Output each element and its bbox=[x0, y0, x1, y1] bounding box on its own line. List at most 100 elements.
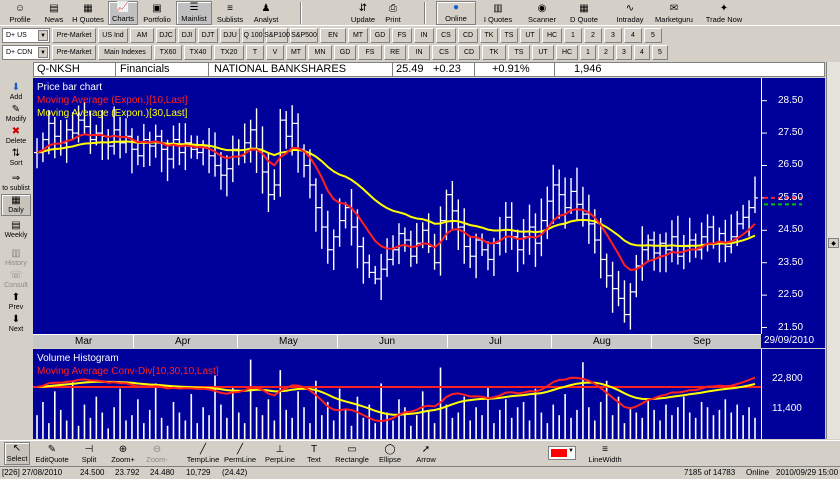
vertical-scrollbar[interactable]: ◆ bbox=[826, 62, 840, 439]
draw-text-button[interactable]: T Text bbox=[302, 442, 326, 465]
row2-v-button[interactable]: V bbox=[266, 45, 284, 60]
draw-zoom-button[interactable]: ⊖ Zoom- bbox=[142, 442, 172, 465]
row2-ts-button[interactable]: TS bbox=[508, 45, 530, 60]
toolbar-mainlist-button[interactable]: ☰ Mainlist bbox=[176, 1, 212, 25]
toolbar-trade-now-button[interactable]: ✦ Trade Now bbox=[698, 1, 750, 25]
toolbar-sublists-button[interactable]: ≡ Sublists bbox=[214, 1, 246, 25]
row1-5-button[interactable]: 5 bbox=[644, 28, 662, 43]
row1-q-100-button[interactable]: Q 100 bbox=[242, 28, 264, 43]
draw-split-button[interactable]: ⊣ Split bbox=[74, 442, 104, 465]
row1-pre-market-button[interactable]: Pre-Market bbox=[52, 28, 96, 43]
draw-permline-button[interactable]: ╱ PermLine bbox=[220, 442, 260, 465]
row1-3-button[interactable]: 3 bbox=[604, 28, 622, 43]
toolbar-marketguru-button[interactable]: ✉ Marketguru bbox=[652, 1, 696, 25]
toolbar-d-quote-button[interactable]: ▦ D Quote bbox=[564, 1, 604, 25]
row2-3-button[interactable]: 3 bbox=[616, 45, 632, 60]
row1-fs-button[interactable]: FS bbox=[392, 28, 412, 43]
sidebar-consult-button[interactable]: ☏ Consult bbox=[1, 268, 31, 290]
toolbar-label: H Quotes bbox=[72, 15, 104, 24]
draw-editquote-button[interactable]: ✎ EditQuote bbox=[34, 442, 70, 465]
row1-djc-button[interactable]: DJC bbox=[156, 28, 176, 43]
sidebar-modify-button[interactable]: ✎ Modify bbox=[1, 102, 31, 124]
row2-1-button[interactable]: 1 bbox=[580, 45, 596, 60]
row2-2-button[interactable]: 2 bbox=[598, 45, 614, 60]
toolbar-online-button[interactable]: ● Online bbox=[436, 1, 476, 25]
row2-tx40-button[interactable]: TX40 bbox=[184, 45, 212, 60]
row2-hc-button[interactable]: HC bbox=[556, 45, 578, 60]
row1-dju-button[interactable]: DJU bbox=[220, 28, 240, 43]
row2-main-indexes-button[interactable]: Main Indexes bbox=[98, 45, 152, 60]
row1-hc-button[interactable]: HC bbox=[542, 28, 562, 43]
row2-gd-button[interactable]: GD bbox=[334, 45, 356, 60]
sidebar-weekly-button[interactable]: ▤ Weekly bbox=[1, 218, 31, 240]
row2-tx60-button[interactable]: TX60 bbox=[154, 45, 182, 60]
row1-dji-button[interactable]: DJI bbox=[178, 28, 196, 43]
draw-rectangle-button[interactable]: ▭ Rectangle bbox=[334, 442, 370, 465]
draw-ellipse-button[interactable]: ◯ Ellipse bbox=[374, 442, 406, 465]
row1-gd-button[interactable]: GD bbox=[370, 28, 390, 43]
line-color-picker[interactable]: ▼ bbox=[548, 446, 576, 460]
row2-tk-button[interactable]: TK bbox=[482, 45, 506, 60]
toolbar-intraday-button[interactable]: ∿ Intraday bbox=[610, 1, 650, 25]
row1-cs-button[interactable]: CS bbox=[436, 28, 456, 43]
toolbar-update-button[interactable]: ⇵ Update bbox=[348, 1, 378, 25]
draw-select-button[interactable]: ↖ Select bbox=[4, 442, 30, 465]
row2-tx20-button[interactable]: TX20 bbox=[214, 45, 244, 60]
row1-4-button[interactable]: 4 bbox=[624, 28, 642, 43]
volume-chart-panel[interactable]: Volume Histogram Moving Average Conv-Div… bbox=[33, 349, 761, 439]
row1-s-p500-button[interactable]: S&P500 bbox=[290, 28, 318, 43]
row2-cs-button[interactable]: CS bbox=[432, 45, 456, 60]
row1-cd-button[interactable]: CD bbox=[458, 28, 478, 43]
sidebar-to-sublist-button[interactable]: ⇒ to sublist bbox=[1, 171, 31, 193]
row2-mn-button[interactable]: MN bbox=[308, 45, 332, 60]
sidebar-delete-button[interactable]: ✖ Delete bbox=[1, 124, 31, 146]
row1-tk-button[interactable]: TK bbox=[480, 28, 498, 43]
row1-am-button[interactable]: AM bbox=[130, 28, 154, 43]
row1-ts-button[interactable]: TS bbox=[500, 28, 518, 43]
toolbar-profile-button[interactable]: ☺ Profile bbox=[2, 1, 38, 25]
scroll-thumb[interactable]: ◆ bbox=[828, 238, 839, 248]
row2-4-button[interactable]: 4 bbox=[634, 45, 650, 60]
button-label: HC bbox=[546, 32, 558, 39]
row1-en-button[interactable]: EN bbox=[320, 28, 346, 43]
row1-us-ind-button[interactable]: US Ind bbox=[98, 28, 128, 43]
us-market-selector[interactable]: D+ US ▼ bbox=[2, 28, 50, 43]
row1-mt-button[interactable]: MT bbox=[348, 28, 368, 43]
toolbar-charts-button[interactable]: 📈 Charts bbox=[108, 1, 138, 25]
row2-t-button[interactable]: T bbox=[246, 45, 264, 60]
row2-cd-button[interactable]: CD bbox=[458, 45, 480, 60]
row1-ut-button[interactable]: UT bbox=[520, 28, 540, 43]
row1-in-button[interactable]: IN bbox=[414, 28, 434, 43]
row2-ut-button[interactable]: UT bbox=[532, 45, 554, 60]
sidebar-history-button[interactable]: ▥ History bbox=[1, 246, 31, 268]
toolbar-print-button[interactable]: ⎙ Print bbox=[378, 1, 408, 25]
row2-re-button[interactable]: RE bbox=[384, 45, 406, 60]
toolbar-scanner-button[interactable]: ◉ Scanner bbox=[524, 1, 560, 25]
row1-djt-button[interactable]: DJT bbox=[198, 28, 218, 43]
row1-s-p100-button[interactable]: S&P100 bbox=[264, 28, 290, 43]
draw-zoom-button[interactable]: ⊕ Zoom+ bbox=[108, 442, 138, 465]
row1-1-button[interactable]: 1 bbox=[564, 28, 582, 43]
toolbar-portfolio-button[interactable]: ▣ Portfolio bbox=[140, 1, 174, 25]
row2-pre-market-button[interactable]: Pre-Market bbox=[52, 45, 96, 60]
draw-linewidth-button[interactable]: ≡ LineWidth bbox=[584, 442, 626, 465]
sidebar-daily-button[interactable]: ▦ Daily bbox=[1, 194, 31, 216]
cdn-market-selector[interactable]: D+ CDN ▼ bbox=[2, 45, 50, 60]
sidebar-sort-button[interactable]: ⇅ Sort bbox=[1, 146, 31, 168]
draw-templine-button[interactable]: ╱ TempLine bbox=[187, 442, 220, 465]
draw-perpline-button[interactable]: ⊥ PerpLine bbox=[262, 442, 298, 465]
toolbar-i-quotes-button[interactable]: ▥ I Quotes bbox=[478, 1, 518, 25]
toolbar-analyst-button[interactable]: ♟ Analyst bbox=[248, 1, 284, 25]
row2-5-button[interactable]: 5 bbox=[652, 45, 668, 60]
sidebar-next-button[interactable]: ⬇ Next bbox=[1, 312, 31, 334]
draw-arrow-button[interactable]: ➚ Arrow bbox=[412, 442, 440, 465]
row2-in-button[interactable]: IN bbox=[408, 45, 430, 60]
sidebar-prev-button[interactable]: ⬆ Prev bbox=[1, 290, 31, 312]
toolbar-h-quotes-button[interactable]: ▦ H Quotes bbox=[70, 1, 106, 25]
price-chart-panel[interactable]: Price bar chart Moving Average (Expon.)[… bbox=[33, 78, 761, 334]
row2-fs-button[interactable]: FS bbox=[358, 45, 382, 60]
row2-mt-button[interactable]: MT bbox=[286, 45, 306, 60]
row1-2-button[interactable]: 2 bbox=[584, 28, 602, 43]
toolbar-news-button[interactable]: ▤ News bbox=[40, 1, 68, 25]
sidebar-add-button[interactable]: ⬇ Add bbox=[1, 80, 31, 102]
